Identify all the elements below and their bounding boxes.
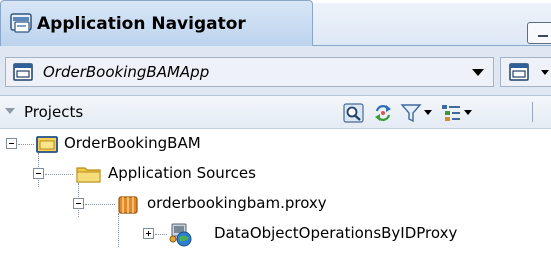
tree-options-dropdown-arrow-icon[interactable] xyxy=(464,110,472,115)
tab-bar-filler xyxy=(313,3,551,46)
tree-options-icon[interactable] xyxy=(440,102,462,124)
collapse-toggle-icon[interactable] xyxy=(33,168,44,179)
toolbar-separator xyxy=(532,102,533,122)
filter-icon[interactable] xyxy=(400,102,422,124)
navigator-tab-bar: Application Navigator xyxy=(0,0,551,46)
tree-node-dataobjectoperationsbyidproxy[interactable]: DataObjectOperationsByIDProxy xyxy=(0,219,551,249)
tree-node-application-sources[interactable]: Application Sources xyxy=(0,159,551,189)
folder-icon xyxy=(76,164,102,188)
refresh-icon[interactable] xyxy=(372,102,394,124)
tree-connector xyxy=(18,144,34,145)
application-dropdown-value: OrderBookingBAMApp xyxy=(43,63,210,81)
project-tree: OrderBookingBAM Application Sources orde… xyxy=(0,129,551,270)
tree-node-orderbookingbam-proxy[interactable]: orderbookingbam.proxy xyxy=(0,189,551,219)
chevron-down-icon xyxy=(541,70,549,75)
chevron-down-icon[interactable] xyxy=(472,69,484,76)
web-service-proxy-icon xyxy=(166,222,194,252)
tree-node-label: DataObjectOperationsByIDProxy xyxy=(214,224,458,242)
collapse-toggle-icon[interactable] xyxy=(73,198,84,209)
tree-node-label: Application Sources xyxy=(108,164,256,182)
application-navigator-icon xyxy=(9,11,35,41)
panel-title: Application Navigator xyxy=(37,13,246,34)
projects-label[interactable]: Projects xyxy=(24,103,83,121)
tree-node-label: OrderBookingBAM xyxy=(64,134,201,152)
projects-header: Projects xyxy=(0,96,551,129)
application-icon xyxy=(13,63,33,81)
application-navigator-tab[interactable]: Application Navigator xyxy=(0,0,313,46)
collapse-triangle-icon[interactable] xyxy=(5,108,15,114)
collapse-toggle-icon[interactable] xyxy=(6,138,17,149)
application-menu-icon xyxy=(509,63,529,85)
application-selector-bar: OrderBookingBAMApp xyxy=(0,46,551,96)
application-dropdown[interactable]: OrderBookingBAMApp xyxy=(5,57,494,87)
minimize-button[interactable] xyxy=(527,22,551,44)
package-icon xyxy=(116,194,140,220)
tree-node-label: orderbookingbam.proxy xyxy=(147,194,327,212)
filter-dropdown-arrow-icon[interactable] xyxy=(424,110,432,115)
tree-connector xyxy=(45,174,73,175)
tree-node-orderbookingbam[interactable]: OrderBookingBAM xyxy=(0,129,551,159)
application-menu-button[interactable] xyxy=(500,57,551,87)
project-folder-icon xyxy=(36,134,58,158)
tree-connector xyxy=(85,204,115,205)
expand-toggle-icon[interactable] xyxy=(143,228,154,239)
search-icon[interactable] xyxy=(343,102,365,124)
